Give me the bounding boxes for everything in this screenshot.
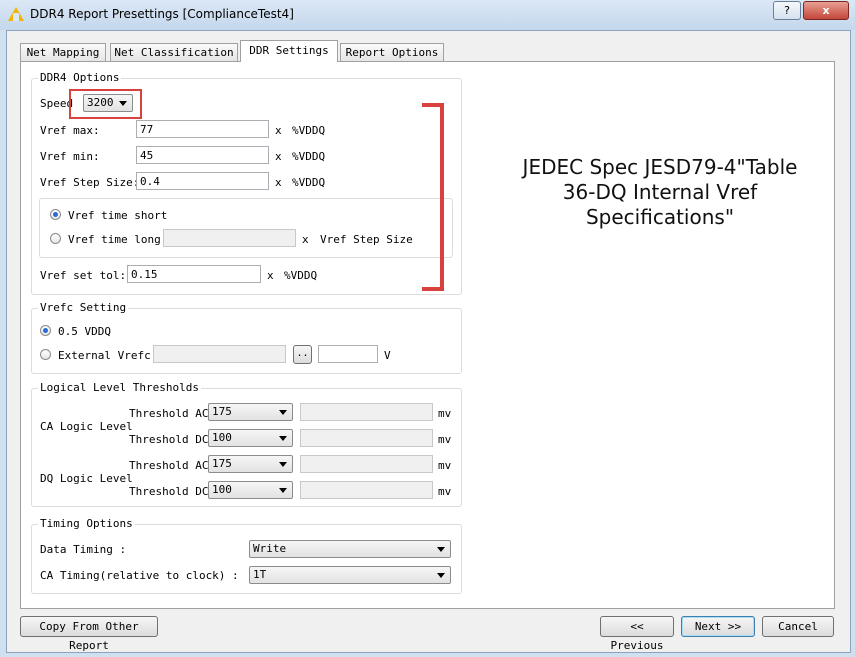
tab-report-options[interactable]: Report Options xyxy=(340,43,444,61)
vref-max-input[interactable]: 77 xyxy=(136,120,269,138)
vrefc-half-vddq-radio[interactable] xyxy=(40,325,51,336)
ca-threshold-ac-value: 175 xyxy=(212,405,232,418)
timing-legend: Timing Options xyxy=(38,517,135,530)
dq-threshold-ac-unit: mv xyxy=(438,459,452,472)
vref-time-short-radio[interactable] xyxy=(50,209,61,220)
speed-highlight-box xyxy=(69,89,142,119)
dq-threshold-ac-label: Threshold AC xyxy=(129,459,209,472)
chevron-down-icon xyxy=(437,573,445,578)
thresholds-legend: Logical Level Thresholds xyxy=(38,381,201,394)
ca-threshold-dc-select[interactable]: 100 xyxy=(208,429,293,447)
tab-net-mapping[interactable]: Net Mapping xyxy=(20,43,106,61)
vref-max-x: x xyxy=(275,124,282,137)
dq-threshold-dc-input[interactable] xyxy=(300,481,433,499)
vrefc-unit: V xyxy=(384,349,391,362)
vref-min-x: x xyxy=(275,150,282,163)
dq-threshold-ac-select[interactable]: 175 xyxy=(208,455,293,473)
vref-set-tol-unit: %VDDQ xyxy=(284,269,318,282)
vrefc-half-vddq-label: 0.5 VDDQ xyxy=(58,325,111,338)
tab-net-classification[interactable]: Net Classification xyxy=(110,43,238,61)
copy-from-other-report-button[interactable]: Copy From Other Report xyxy=(20,616,158,652)
vref-min-unit: %VDDQ xyxy=(292,150,326,163)
vref-set-tol-input[interactable]: 0.15 xyxy=(127,265,261,283)
chevron-down-icon xyxy=(437,547,445,552)
vref-time-long-input[interactable] xyxy=(163,229,296,247)
title-bar: DDR4 Report Presettings [ComplianceTest4… xyxy=(0,0,855,30)
dq-threshold-dc-value: 100 xyxy=(212,483,232,496)
ca-threshold-ac-label: Threshold AC xyxy=(129,407,209,420)
vref-bracket xyxy=(422,103,444,291)
window-title: DDR4 Report Presettings [ComplianceTest4… xyxy=(30,7,294,21)
vref-time-long-x: x xyxy=(302,233,309,246)
tab-ddr-settings[interactable]: DDR Settings xyxy=(240,40,338,62)
ca-timing-label: CA Timing(relative to clock) : xyxy=(40,569,239,582)
vref-max-unit: %VDDQ xyxy=(292,124,326,137)
vref-time-short-label: Vref time short xyxy=(68,209,168,222)
vref-time-long-radio[interactable] xyxy=(50,233,61,244)
ca-threshold-ac-input[interactable] xyxy=(300,403,433,421)
chevron-down-icon xyxy=(279,436,287,441)
ca-threshold-dc-label: Threshold DC xyxy=(129,433,209,446)
vrefc-external-radio[interactable] xyxy=(40,349,51,360)
vrefc-browse-button[interactable]: .. xyxy=(293,345,312,364)
data-timing-label: Data Timing : xyxy=(40,543,127,556)
chevron-down-icon xyxy=(279,410,287,415)
chevron-down-icon xyxy=(279,488,287,493)
vref-time-group xyxy=(39,198,453,258)
vrefc-value-input[interactable] xyxy=(318,345,378,363)
vref-step-input[interactable]: 0.4 xyxy=(136,172,269,190)
vref-min-input[interactable]: 45 xyxy=(136,146,269,164)
close-button[interactable]: x xyxy=(803,1,849,20)
data-timing-value: Write xyxy=(253,542,287,555)
vref-step-unit: %VDDQ xyxy=(292,176,326,189)
previous-button[interactable]: << Previous xyxy=(600,616,674,652)
vrefc-group xyxy=(31,308,462,374)
jedec-annotation: JEDEC Spec JESD79-4"Table 36-DQ Internal… xyxy=(522,155,798,229)
ca-threshold-ac-unit: mv xyxy=(438,407,452,420)
vref-min-label: Vref min: xyxy=(40,150,100,163)
ca-threshold-dc-value: 100 xyxy=(212,431,232,444)
dq-logic-level-label: DQ Logic Level xyxy=(40,472,133,485)
next-button[interactable]: Next >> xyxy=(681,616,755,637)
vrefc-external-input[interactable] xyxy=(153,345,286,363)
vrefc-external-label: External Vrefc xyxy=(58,349,151,362)
dq-threshold-dc-select[interactable]: 100 xyxy=(208,481,293,499)
ddr4-options-legend: DDR4 Options xyxy=(38,71,122,84)
vref-max-label: Vref max: xyxy=(40,124,100,137)
vref-time-long-unit: Vref Step Size xyxy=(320,233,413,246)
chevron-down-icon xyxy=(279,462,287,467)
ca-threshold-dc-input[interactable] xyxy=(300,429,433,447)
dq-threshold-ac-input[interactable] xyxy=(300,455,433,473)
app-logo-icon xyxy=(8,7,24,21)
vrefc-legend: Vrefc Setting xyxy=(38,301,129,314)
ca-threshold-ac-select[interactable]: 175 xyxy=(208,403,293,421)
data-timing-select[interactable]: Write xyxy=(249,540,451,558)
vref-step-x: x xyxy=(275,176,282,189)
dq-threshold-dc-unit: mv xyxy=(438,485,452,498)
ca-timing-value: 1T xyxy=(253,568,267,581)
vref-set-tol-label: Vref set tol: xyxy=(40,269,127,282)
vref-step-label: Vref Step Size: xyxy=(40,176,140,189)
ca-threshold-dc-unit: mv xyxy=(438,433,452,446)
help-button[interactable]: ? xyxy=(773,1,801,20)
ca-timing-select[interactable]: 1T xyxy=(249,566,451,584)
cancel-button[interactable]: Cancel xyxy=(762,616,834,637)
ca-logic-level-label: CA Logic Level xyxy=(40,420,133,433)
vref-time-long-label: Vref time long xyxy=(68,233,161,246)
dq-threshold-ac-value: 175 xyxy=(212,457,232,470)
vref-set-tol-x: x xyxy=(267,269,274,282)
dq-threshold-dc-label: Threshold DC xyxy=(129,485,209,498)
